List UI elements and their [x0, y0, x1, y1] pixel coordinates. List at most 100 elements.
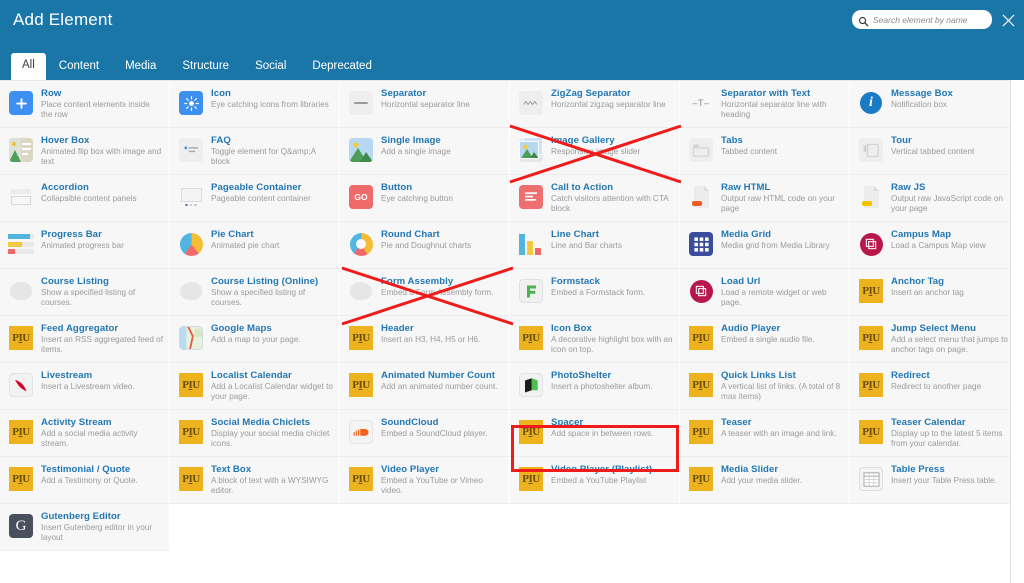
- element-card-spacer[interactable]: P I U Spacer Add space in between rows.: [510, 410, 680, 457]
- element-card-google-maps[interactable]: Google Maps Add a map to your page.: [170, 316, 340, 363]
- tab-deprecated[interactable]: Deprecated: [299, 54, 384, 81]
- element-card-title[interactable]: Button: [381, 182, 503, 193]
- search-input[interactable]: [873, 14, 986, 25]
- element-card-title[interactable]: Load Url: [721, 276, 843, 287]
- element-card-title[interactable]: Google Maps: [211, 323, 333, 334]
- element-card-title[interactable]: Round Chart: [381, 229, 503, 240]
- element-card-title[interactable]: Separator with Text: [721, 88, 843, 99]
- element-card-round-chart[interactable]: Round Chart Pie and Doughnut charts: [340, 222, 510, 269]
- tab-content[interactable]: Content: [46, 54, 112, 81]
- element-card-header[interactable]: P I U Header Insert an H3, H4, H5 or H6.: [340, 316, 510, 363]
- element-card-title[interactable]: Line Chart: [551, 229, 673, 240]
- element-card-title[interactable]: Teaser: [721, 417, 843, 428]
- element-card-title[interactable]: Image Gallery: [551, 135, 673, 146]
- element-card-audio-player[interactable]: P I U Audio Player Embed a single audio file…: [680, 316, 850, 363]
- element-card-soundcloud[interactable]: SoundCloud Embed a SoundCloud player.: [340, 410, 510, 457]
- element-card-livestream[interactable]: Livestream Insert a Livestream video.: [0, 363, 170, 410]
- element-card-form-assembly[interactable]: Form Assembly Embed a Form Assembly form.: [340, 269, 510, 316]
- element-card-call-to-action[interactable]: Call to Action Catch visitors attention w…: [510, 175, 680, 222]
- element-card-raw-js[interactable]: Raw JS Output raw JavaScript code on your…: [850, 175, 1020, 222]
- element-card-title[interactable]: Separator: [381, 88, 503, 99]
- element-card-title[interactable]: Social Media Chiclets: [211, 417, 333, 428]
- element-card-title[interactable]: Header: [381, 323, 503, 334]
- element-card-title[interactable]: Testimonial / Quote: [41, 464, 163, 475]
- element-card-title[interactable]: Icon Box: [551, 323, 673, 334]
- element-card-title[interactable]: Course Listing: [41, 276, 163, 287]
- element-card-hover-box[interactable]: Hover Box Animated flip box with image an…: [0, 128, 170, 175]
- element-card-title[interactable]: Spacer: [551, 417, 673, 428]
- element-card-title[interactable]: Single Image: [381, 135, 503, 146]
- element-card-single-image[interactable]: Single Image Add a single image: [340, 128, 510, 175]
- scrollbar-track[interactable]: [1010, 80, 1024, 583]
- element-card-media-slider[interactable]: P I U Media Slider Add your media slider.: [680, 457, 850, 504]
- element-card-separator[interactable]: Separator Horizontal separator line: [340, 81, 510, 128]
- tab-media[interactable]: Media: [112, 54, 169, 81]
- element-card-zigzag-separator[interactable]: ZigZag Separator Horizontal zigzag separa…: [510, 81, 680, 128]
- element-card-button[interactable]: GO Button Eye catching button: [340, 175, 510, 222]
- element-card-title[interactable]: Teaser Calendar: [891, 417, 1013, 428]
- element-card-title[interactable]: PhotoShelter: [551, 370, 673, 381]
- element-card-title[interactable]: Campus Map: [891, 229, 1013, 240]
- element-card-testimonial-quote[interactable]: P I U Testimonial / Quote Add a Testimony or…: [0, 457, 170, 504]
- element-card-tour[interactable]: Tour Vertical tabbed content: [850, 128, 1020, 175]
- element-card-title[interactable]: Pie Chart: [211, 229, 333, 240]
- element-card-localist-calendar[interactable]: P I U Localist Calendar Add a Localist Calen…: [170, 363, 340, 410]
- tab-all[interactable]: All: [11, 52, 46, 80]
- element-card-accordion[interactable]: Accordion Collapsible content panels: [0, 175, 170, 222]
- element-card-teaser-calendar[interactable]: P I U Teaser Calendar Display up to the late…: [850, 410, 1020, 457]
- element-card-title[interactable]: Call to Action: [551, 182, 673, 193]
- element-card-title[interactable]: Course Listing (Online): [211, 276, 333, 287]
- tab-structure[interactable]: Structure: [169, 54, 242, 81]
- element-card-gutenberg-editor[interactable]: G Gutenberg Editor Insert Gutenberg editor…: [0, 504, 170, 551]
- element-card-title[interactable]: Pageable Container: [211, 182, 333, 193]
- element-card-title[interactable]: Hover Box: [41, 135, 163, 146]
- element-card-title[interactable]: ZigZag Separator: [551, 88, 673, 99]
- element-card-load-url[interactable]: Load Url Load a remote widget or web page…: [680, 269, 850, 316]
- element-card-separator-with-text[interactable]: –T– Separator with Text Horizontal separat…: [680, 81, 850, 128]
- element-card-title[interactable]: Text Box: [211, 464, 333, 475]
- element-card-title[interactable]: Livestream: [41, 370, 163, 381]
- element-card-anchor-tag[interactable]: P I U Anchor Tag Insert an anchor tag: [850, 269, 1020, 316]
- element-card-photoshelter[interactable]: PhotoShelter Insert a photoshelter album.: [510, 363, 680, 410]
- element-card-raw-html[interactable]: Raw HTML Output raw HTML code on your pag…: [680, 175, 850, 222]
- element-card-title[interactable]: Media Grid: [721, 229, 843, 240]
- element-card-title[interactable]: Row: [41, 88, 163, 99]
- element-card-title[interactable]: SoundCloud: [381, 417, 503, 428]
- element-card-title[interactable]: Raw JS: [891, 182, 1013, 193]
- element-card-title[interactable]: Icon: [211, 88, 333, 99]
- close-button[interactable]: [998, 10, 1018, 30]
- element-card-video-player[interactable]: P I U Video Player Embed a YouTube or Vimeo …: [340, 457, 510, 504]
- element-card-title[interactable]: Activity Stream: [41, 417, 163, 428]
- element-card-jump-select-menu[interactable]: P I U Jump Select Menu Add a select menu tha…: [850, 316, 1020, 363]
- element-card-course-listing[interactable]: Course Listing Show a specified listing o…: [0, 269, 170, 316]
- tab-social[interactable]: Social: [242, 54, 299, 81]
- element-card-social-media-chiclets[interactable]: P I U Social Media Chiclets Display your soc…: [170, 410, 340, 457]
- element-card-faq[interactable]: FAQ Toggle element for Q&amp;A block: [170, 128, 340, 175]
- element-card-title[interactable]: Jump Select Menu: [891, 323, 1013, 334]
- element-card-title[interactable]: Audio Player: [721, 323, 843, 334]
- element-card-title[interactable]: FAQ: [211, 135, 333, 146]
- element-card-animated-number-count[interactable]: P I U Animated Number Count Add an animated …: [340, 363, 510, 410]
- element-card-table-press[interactable]: Table Press Insert your Table Press table…: [850, 457, 1020, 504]
- element-card-formstack[interactable]: Formstack Embed a Formstack form.: [510, 269, 680, 316]
- element-card-title[interactable]: Formstack: [551, 276, 673, 287]
- element-card-title[interactable]: Feed Aggregator: [41, 323, 163, 334]
- element-card-title[interactable]: Tour: [891, 135, 1013, 146]
- element-card-course-listing-online[interactable]: Course Listing (Online) Show a specified …: [170, 269, 340, 316]
- element-card-media-grid[interactable]: Media Grid Media grid from Media Library: [680, 222, 850, 269]
- element-card-title[interactable]: Redirect: [891, 370, 1013, 381]
- scrollbar-thumb[interactable]: [1013, 82, 1023, 382]
- element-card-progress-bar[interactable]: Progress Bar Animated progress bar: [0, 222, 170, 269]
- element-card-title[interactable]: Localist Calendar: [211, 370, 333, 381]
- element-card-activity-stream[interactable]: P I U Activity Stream Add a social media act…: [0, 410, 170, 457]
- element-card-title[interactable]: Table Press: [891, 464, 1013, 475]
- element-card-title[interactable]: Media Slider: [721, 464, 843, 475]
- element-card-title[interactable]: Animated Number Count: [381, 370, 503, 381]
- element-card-message-box[interactable]: i Message Box Notification box: [850, 81, 1020, 128]
- element-card-title[interactable]: Video Player: [381, 464, 503, 475]
- element-card-title[interactable]: Form Assembly: [381, 276, 503, 287]
- element-card-title[interactable]: Raw HTML: [721, 182, 843, 193]
- element-card-text-box[interactable]: P I U Text Box A block of text with a WYSIWY…: [170, 457, 340, 504]
- element-card-campus-map[interactable]: Campus Map Load a Campus Map view: [850, 222, 1020, 269]
- search-box[interactable]: [852, 10, 992, 29]
